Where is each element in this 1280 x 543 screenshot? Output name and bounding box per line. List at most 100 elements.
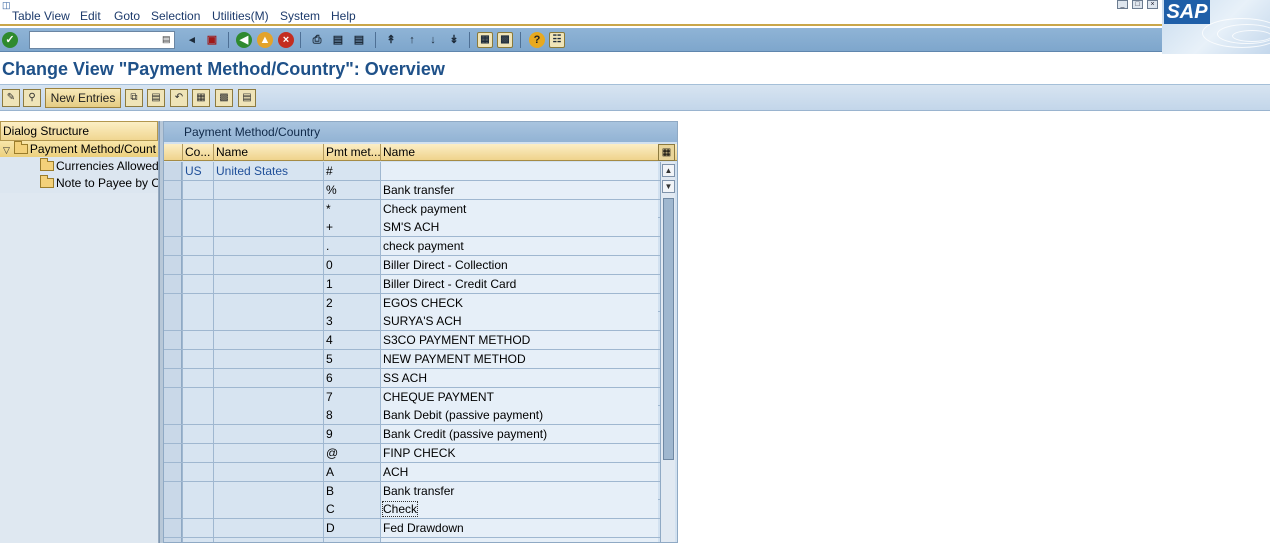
method-name-input[interactable]: BANK TRANSFERS [380, 538, 658, 542]
menu-help[interactable]: Help [331, 9, 356, 23]
next-page-icon[interactable]: ↓ [425, 32, 441, 48]
sap-logo: SAP [1164, 0, 1210, 24]
row-select-box[interactable] [164, 425, 182, 444]
scroll-up-icon[interactable]: ▲ [662, 164, 675, 177]
method-name-input[interactable]: Bank transfer [380, 481, 658, 500]
select-block-icon[interactable]: ▩ [215, 89, 233, 107]
new-session-icon[interactable]: ▦ [477, 32, 493, 48]
find-next-icon[interactable]: ▤ [351, 32, 367, 48]
copy-as-icon[interactable]: ⧉ [125, 89, 143, 107]
column-header-method-name[interactable]: Name [380, 144, 658, 161]
back-icon[interactable]: ◀ [236, 32, 252, 48]
method-name-input[interactable]: Fed Drawdown [380, 519, 658, 538]
select-all-icon[interactable]: ▦ [192, 89, 210, 107]
row-select-box[interactable] [164, 481, 182, 500]
row-select-box[interactable] [164, 180, 182, 199]
method-name-input[interactable]: ACH [380, 462, 658, 481]
expand-triangle-icon[interactable]: ▽ [3, 142, 10, 157]
method-name-input[interactable]: Bank Debit (passive payment) [380, 406, 658, 425]
row-select-box[interactable] [164, 406, 182, 425]
display-change-icon[interactable]: ✎ [2, 89, 20, 107]
help-icon[interactable]: ? [529, 32, 545, 48]
column-header-country-name[interactable]: Name [213, 144, 323, 161]
menu-goto[interactable]: Goto [114, 9, 140, 23]
country-name-cell [213, 199, 323, 218]
menu-utilities[interactable]: Utilities(M) [212, 9, 269, 23]
method-name-input[interactable]: SS ACH [380, 368, 658, 387]
active-input-text[interactable]: Check [381, 501, 419, 518]
method-name-input[interactable]: Bank transfer [380, 180, 658, 199]
method-name-input[interactable]: S3CO PAYMENT METHOD [380, 331, 658, 350]
menu-selection[interactable]: Selection [151, 9, 200, 23]
save-icon[interactable]: ▣ [204, 32, 220, 48]
previous-page-icon[interactable]: ↑ [404, 32, 420, 48]
exit-icon[interactable]: ▲ [257, 32, 273, 48]
layout-menu-icon[interactable]: ☷ [549, 32, 565, 48]
command-history-dropdown-icon[interactable]: ▤ [162, 34, 172, 46]
row-select-box[interactable] [164, 462, 182, 481]
row-select-box[interactable] [164, 519, 182, 538]
row-select-box[interactable] [164, 538, 182, 542]
row-select-box[interactable] [164, 293, 182, 312]
method-name-input[interactable]: Biller Direct - Credit Card [380, 274, 658, 293]
enter-icon[interactable]: ✓ [2, 32, 18, 48]
vertical-scrollbar[interactable]: ▲ ▼ [660, 162, 675, 542]
payment-method-cell: # [323, 162, 380, 180]
row-select-box[interactable] [164, 218, 182, 237]
command-field[interactable]: ▤ [29, 31, 175, 49]
row-select-box[interactable] [164, 331, 182, 350]
scroll-down-icon[interactable]: ▼ [662, 180, 675, 193]
last-page-icon[interactable]: ↡ [446, 32, 462, 48]
tree-node-note-to-payee[interactable]: Note to Payee by Or [40, 175, 158, 191]
row-select-box[interactable] [164, 237, 182, 256]
method-name-input[interactable]: Check [380, 500, 658, 519]
collapse-command-icon[interactable]: ◂ [184, 32, 200, 48]
row-select-box[interactable] [164, 256, 182, 274]
table-settings-icon[interactable]: ▦ [658, 144, 675, 161]
first-page-icon[interactable]: ↟ [383, 32, 399, 48]
menu-table-view[interactable]: Table View [12, 9, 70, 23]
row-select-box[interactable] [164, 312, 182, 331]
method-name-input[interactable]: NEW PAYMENT METHOD [380, 350, 658, 368]
column-header-country[interactable]: Co... [182, 144, 213, 161]
menu-edit[interactable]: Edit [80, 9, 101, 23]
table-row: * Check payment [164, 199, 660, 219]
menu-system[interactable]: System [280, 9, 320, 23]
shortcut-icon[interactable]: ▩ [497, 32, 513, 48]
select-all-rows-header[interactable] [164, 144, 182, 161]
tree-node-currencies-allowed[interactable]: Currencies Allowed [40, 158, 158, 174]
minimize-icon[interactable]: _ [1117, 0, 1128, 9]
row-select-box[interactable] [164, 368, 182, 387]
deselect-all-icon[interactable]: ▤ [238, 89, 256, 107]
restore-icon[interactable]: □ [1132, 0, 1143, 9]
row-select-box[interactable] [164, 162, 182, 180]
method-name-input[interactable]: CHEQUE PAYMENT [380, 387, 658, 406]
column-header-payment-method[interactable]: Pmt met... [323, 144, 380, 161]
method-name-input[interactable]: Bank Credit (passive payment) [380, 425, 658, 444]
method-name-input[interactable]: EGOS CHECK [380, 293, 658, 312]
method-name-input[interactable]: Biller Direct - Collection [380, 256, 658, 274]
print-icon[interactable]: ⎙ [309, 32, 325, 48]
row-select-box[interactable] [164, 444, 182, 462]
method-name-input[interactable]: FINP CHECK [380, 444, 658, 462]
find-entry-icon[interactable]: ⚲ [23, 89, 41, 107]
method-name-input[interactable] [380, 162, 658, 180]
method-name-input[interactable]: Check payment [380, 199, 658, 218]
method-name-input[interactable]: check payment [380, 237, 658, 256]
delete-icon[interactable]: ▤ [147, 89, 165, 107]
scrollbar-thumb[interactable] [663, 198, 674, 460]
system-menu-icon[interactable]: ◫ [2, 0, 11, 10]
row-select-box[interactable] [164, 350, 182, 368]
row-select-box[interactable] [164, 274, 182, 293]
row-select-box[interactable] [164, 500, 182, 519]
cancel-icon[interactable]: × [278, 32, 294, 48]
find-icon[interactable]: ▤ [330, 32, 346, 48]
tree-node-payment-method-country[interactable]: ▽ Payment Method/Count [0, 141, 158, 157]
method-name-input[interactable]: SURYA'S ACH [380, 312, 658, 331]
row-select-box[interactable] [164, 387, 182, 406]
close-icon[interactable]: × [1147, 0, 1158, 9]
new-entries-button[interactable]: New Entries [45, 88, 121, 108]
undo-change-icon[interactable]: ↶ [170, 89, 188, 107]
row-select-box[interactable] [164, 199, 182, 218]
method-name-input[interactable]: SM'S ACH [380, 218, 658, 237]
